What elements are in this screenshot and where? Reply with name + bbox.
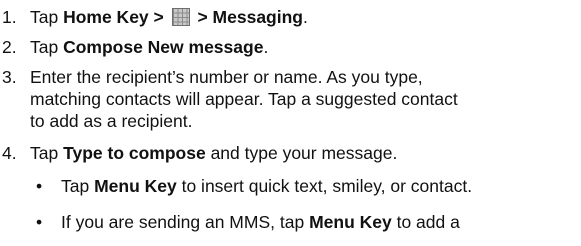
step-1: 1. Tap Home Key > > Messaging. (0, 6, 575, 28)
step-number: 4. (2, 143, 17, 163)
bullet-text-bold: Menu Key (94, 176, 177, 196)
step-text: Tap Compose New message. (30, 36, 575, 58)
step-3: 3. Enter the recipient’s number or name.… (0, 66, 575, 132)
step-text-bold: Type to compose (63, 143, 206, 163)
step-text-plain: . (263, 37, 269, 57)
app-grid-icon (171, 8, 190, 26)
step-number: 3. (2, 67, 17, 87)
step-4: 4. Tap Type to compose and type your mes… (0, 142, 575, 164)
bullet-text-bold: Menu Key (309, 212, 392, 232)
sub-bullet-2: • If you are sending an MMS, tap Menu Ke… (36, 211, 581, 233)
step-text-line: to add as a recipient. (30, 111, 193, 131)
step-text: Tap Type to compose and type your messag… (30, 142, 575, 164)
bullet-text: If you are sending an MMS, tap Menu Key … (61, 211, 581, 233)
step-text-bold: > Messaging (192, 7, 303, 27)
step-text-bold: Compose New message (63, 37, 264, 57)
bullet-text: Tap Menu Key to insert quick text, smile… (61, 175, 581, 197)
step-text-plain: Tap (30, 7, 64, 27)
step-number: 1. (2, 7, 17, 27)
step-text-plain: . (303, 7, 308, 27)
step-text: Enter the recipient’s number or name. As… (30, 66, 575, 132)
step-text-line: matching contacts will appear. Tap a sug… (30, 89, 458, 109)
step-text-bold: Home Key > (63, 7, 169, 27)
bullet-symbol: • (36, 212, 43, 232)
step-2: 2. Tap Compose New message. (0, 36, 575, 58)
bullet-text-plain: to add a (391, 212, 460, 232)
step-text-plain: Tap (30, 37, 64, 57)
step-text: Tap Home Key > > Messaging. (30, 6, 575, 28)
instructions-document: 1. Tap Home Key > > Messaging. 2. Tap Co… (0, 0, 581, 246)
sub-bullet-1: • Tap Menu Key to insert quick text, smi… (36, 175, 581, 197)
step-text-plain: Tap (30, 143, 64, 163)
bullet-text-plain: Tap (61, 176, 95, 196)
step-text-line: Enter the recipient’s number or name. As… (30, 67, 423, 87)
step-text-plain: and type your message. (205, 143, 398, 163)
bullet-symbol: • (36, 176, 43, 196)
step-number: 2. (2, 37, 17, 57)
bullet-text-plain: to insert quick text, smiley, or contact… (176, 176, 473, 196)
bullet-text-plain: If you are sending an MMS, tap (61, 212, 310, 232)
